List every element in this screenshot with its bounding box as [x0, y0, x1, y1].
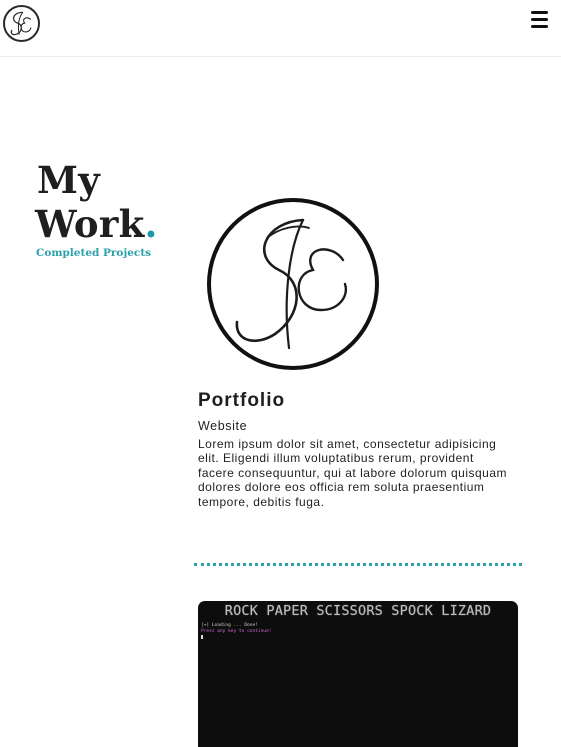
project-description: Lorem ipsum dolor sit amet, consectetur …: [198, 437, 508, 509]
terminal-title-text: ROCK PAPER SCISSORS SPOCK LIZARD: [224, 603, 492, 619]
page-title: My Work.: [35, 158, 158, 246]
project-image-portfolio[interactable]: [205, 198, 381, 370]
menu-bar: [531, 25, 548, 28]
se-monogram-logo-icon: [207, 198, 379, 370]
menu-bar: [531, 11, 548, 14]
project-tag: Website: [198, 419, 248, 433]
project-image-rpssl[interactable]: ROCK PAPER SCISSORS SPOCK LIZARD [+] Loa…: [198, 601, 518, 747]
top-navbar: [0, 0, 561, 57]
menu-bar: [531, 18, 548, 21]
terminal-line: Press any key to continue!: [201, 629, 272, 634]
project-title[interactable]: Portfolio: [198, 390, 285, 412]
se-monogram-icon: [10, 11, 32, 36]
page-title-line1: My: [37, 158, 101, 202]
site-logo[interactable]: [3, 5, 40, 42]
terminal-cursor: [201, 635, 203, 639]
page-title-line2: Work: [35, 202, 145, 246]
title-accent-dot: .: [144, 202, 158, 246]
hamburger-menu-button[interactable]: [528, 9, 552, 29]
terminal-line: [+] Loading ... Done!: [201, 623, 258, 628]
page-subtitle: Completed Projects: [36, 247, 152, 259]
section-divider: [194, 563, 522, 566]
